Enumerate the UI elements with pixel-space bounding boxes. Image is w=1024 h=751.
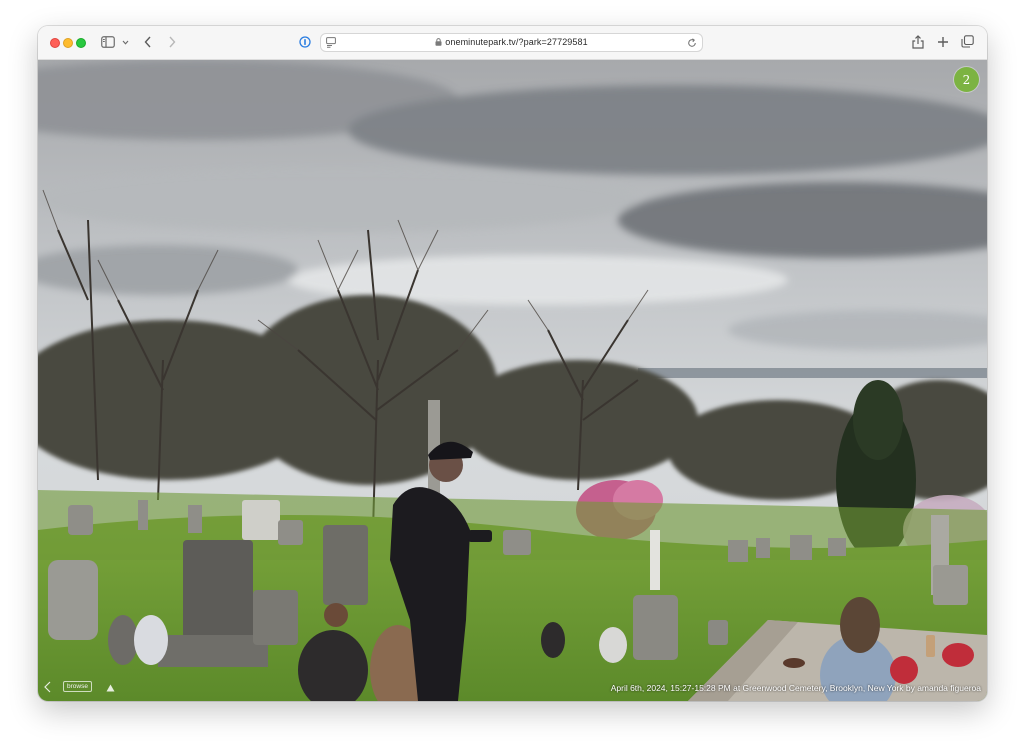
browse-button[interactable]: browse <box>63 681 92 692</box>
privacy-report-icon[interactable] <box>299 36 311 48</box>
previous-arrow-icon[interactable] <box>43 681 52 693</box>
browser-toolbar: oneminutepark.tv/?park=27729581 <box>38 26 987 60</box>
new-tab-icon[interactable] <box>937 36 949 48</box>
tab-overview-icon[interactable] <box>961 35 974 48</box>
sidebar-icon[interactable] <box>101 36 115 48</box>
share-icon[interactable] <box>912 35 924 49</box>
address-bar[interactable]: oneminutepark.tv/?park=27729581 <box>320 33 703 52</box>
badge-count[interactable]: 2 <box>954 67 979 92</box>
minimize-window-button[interactable] <box>63 38 73 48</box>
chevron-down-icon[interactable] <box>122 39 129 45</box>
lock-icon <box>435 38 442 46</box>
browser-window: oneminutepark.tv/?park=27729581 2 browse… <box>38 26 987 701</box>
triangle-up-icon[interactable] <box>106 684 115 692</box>
zoom-window-button[interactable] <box>76 38 86 48</box>
url-label: oneminutepark.tv/?park=27729581 <box>445 37 588 47</box>
url-text[interactable]: oneminutepark.tv/?park=27729581 <box>321 37 702 47</box>
park-video-frame <box>38 60 987 701</box>
video-viewport[interactable]: 2 browse April 6th, 2024, 15:27-15:28 PM… <box>38 60 987 701</box>
back-icon[interactable] <box>144 36 152 48</box>
reload-icon[interactable] <box>687 38 697 48</box>
close-window-button[interactable] <box>50 38 60 48</box>
forward-icon[interactable] <box>168 36 176 48</box>
video-caption: April 6th, 2024, 15:27-15:28 PM at Green… <box>610 683 981 693</box>
